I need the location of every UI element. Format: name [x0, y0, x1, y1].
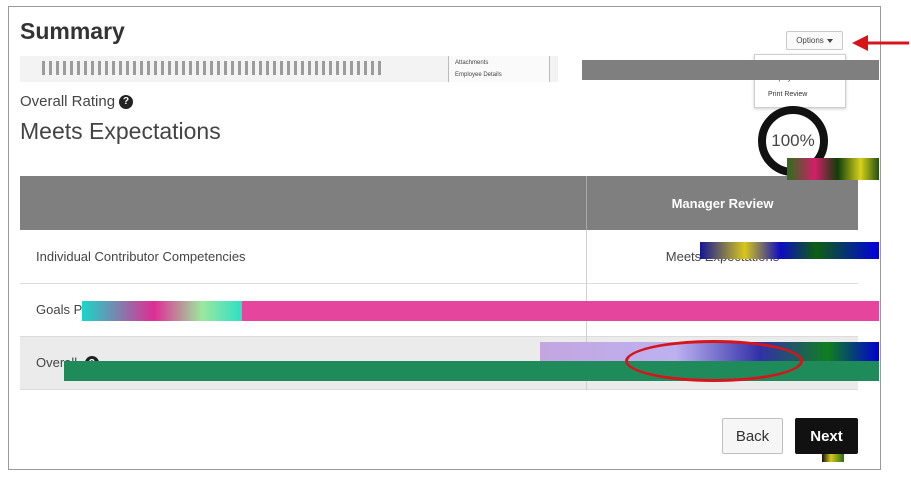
table-header-row: Manager Review	[20, 176, 858, 230]
overall-rating-label: Overall Rating ?	[20, 93, 134, 110]
glitch-artifact	[82, 301, 242, 321]
next-button[interactable]: Next	[795, 418, 858, 454]
background-item-employee-details: Employee Details	[455, 72, 502, 78]
options-label: Options	[796, 36, 824, 45]
glitch-artifact	[787, 158, 879, 180]
row-label: Individual Contributor Competencies	[20, 230, 587, 283]
table-header-section	[20, 176, 587, 230]
background-artifact-strip: Attachments Employee Details	[20, 56, 558, 82]
background-gray-band	[582, 60, 879, 80]
artifact-pattern	[42, 61, 382, 75]
help-icon[interactable]: ?	[119, 94, 134, 109]
background-item-attachments: Attachments	[455, 60, 489, 66]
completion-percent: 100%	[771, 131, 815, 150]
chevron-down-icon	[826, 38, 833, 43]
table-header-manager-review: Manager Review	[671, 195, 774, 211]
annotation-ellipse	[625, 340, 803, 382]
glitch-artifact	[242, 301, 879, 321]
menu-item-print-review[interactable]: Print Review	[768, 91, 807, 98]
back-button[interactable]: Back	[722, 418, 783, 454]
background-panel: Attachments Employee Details	[448, 56, 550, 82]
glitch-artifact	[700, 242, 879, 259]
overall-rating-value: Meets Expectations	[20, 118, 221, 144]
page-title: Summary	[20, 18, 125, 44]
options-button[interactable]: Options	[786, 31, 843, 50]
annotation-arrow-icon	[852, 35, 909, 51]
overall-rating-text: Overall Rating	[20, 93, 116, 110]
